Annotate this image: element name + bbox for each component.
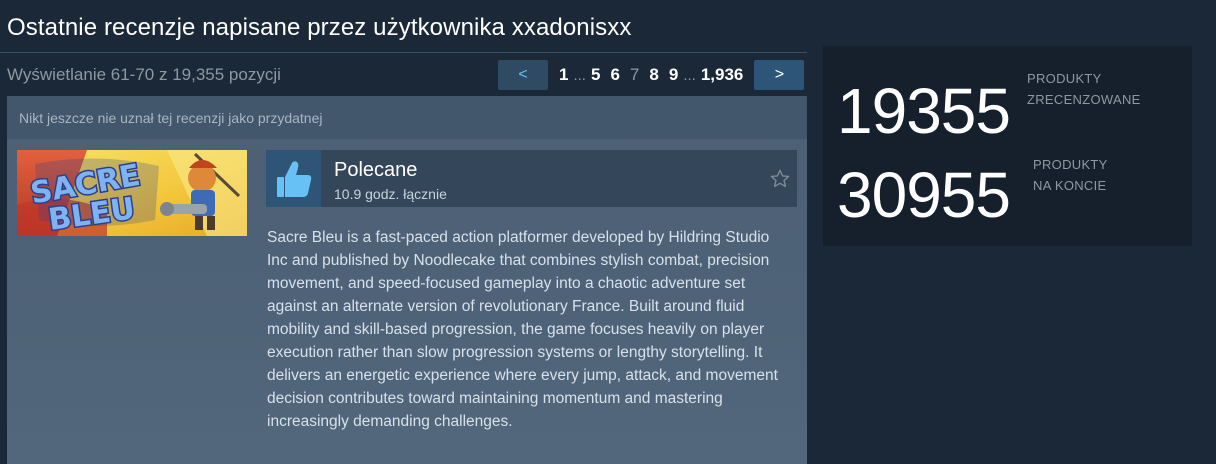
page-link-5[interactable]: 5 <box>586 65 605 85</box>
prev-page-button[interactable]: < <box>498 60 548 90</box>
next-page-button[interactable]: > <box>754 60 805 90</box>
page-link-6[interactable]: 6 <box>605 65 624 85</box>
title-divider <box>0 52 807 53</box>
helpful-status: Nikt jeszcze nie uznał tej recenzji jako… <box>7 96 807 139</box>
owned-label-line-1: PRODUKTY <box>1033 157 1108 172</box>
reviewed-count[interactable]: 19355 <box>837 79 1011 143</box>
page-link-last[interactable]: 1,936 <box>696 65 749 85</box>
game-capsule-art: SACRE BLEU <box>17 150 247 236</box>
review-body-text: Sacre Bleu is a fast-paced action platfo… <box>267 229 778 430</box>
page-links: 1 ... 5 6 7 8 9 ... 1,936 <box>548 65 754 85</box>
reviewed-label: PRODUKTY ZRECENZOWANE <box>1027 68 1141 110</box>
paging-info: Wyświetlanie 61-70 z 19,355 pozycji <box>7 65 281 84</box>
reviewed-label-line-1: PRODUKTY <box>1027 71 1102 86</box>
page-link-9[interactable]: 9 <box>664 65 683 85</box>
reviewed-label-line-2: ZRECENZOWANE <box>1027 92 1141 107</box>
pagination: < 1 ... 5 6 7 8 9 ... 1,936 > <box>498 60 805 90</box>
recommendation-title[interactable]: Polecane <box>334 159 417 182</box>
owned-count[interactable]: 30955 <box>837 163 1011 227</box>
page-ellipsis: ... <box>573 67 586 84</box>
page-link-1[interactable]: 1 <box>554 65 573 85</box>
recommendation-panel: Polecane 10.9 godz. łącznie <box>266 150 797 207</box>
game-capsule-image[interactable]: SACRE BLEU <box>17 150 247 236</box>
current-page: 7 <box>629 65 640 84</box>
profile-stats-panel: 19355 PRODUKTY ZRECENZOWANE 30955 PRODUK… <box>823 46 1192 246</box>
playtime-hours: 10.9 godz. łącznie <box>334 186 447 202</box>
star-outline-icon[interactable] <box>769 168 791 195</box>
owned-label: PRODUKTY NA KONCIE <box>1033 154 1108 196</box>
review-card: Nikt jeszcze nie uznał tej recenzji jako… <box>7 96 807 464</box>
page-ellipsis: ... <box>683 67 696 84</box>
page-title: Ostatnie recenzje napisane przez użytkow… <box>7 14 632 41</box>
page-link-8[interactable]: 8 <box>644 65 663 85</box>
thumbs-up-icon <box>266 150 321 207</box>
owned-label-line-2: NA KONCIE <box>1033 178 1107 193</box>
